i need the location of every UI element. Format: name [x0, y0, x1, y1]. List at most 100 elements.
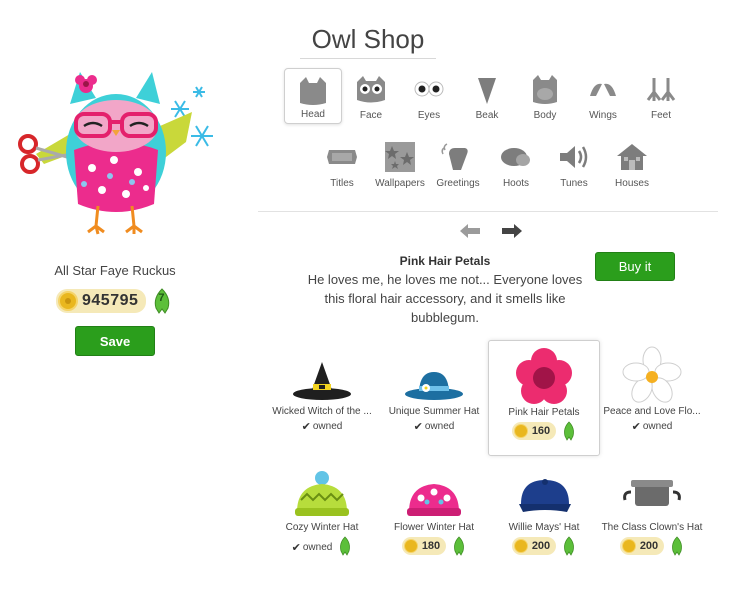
- titles-icon: [327, 150, 357, 164]
- tab-beak[interactable]: Beak: [458, 68, 516, 124]
- buy-button[interactable]: Buy it: [595, 252, 675, 281]
- greetings-icon: [441, 143, 468, 170]
- check-icon: ✔: [291, 542, 301, 554]
- price-badge: 200: [511, 537, 557, 555]
- item-price-row: 160: [489, 421, 599, 441]
- tab-houses[interactable]: Houses: [603, 136, 661, 192]
- coin-icon: [58, 291, 78, 311]
- tab-label: Wallpapers: [375, 178, 425, 189]
- item-card-class-clowns-hat[interactable]: The Class Clown's Hat 200: [596, 466, 708, 582]
- tab-wings[interactable]: Wings: [574, 68, 632, 124]
- tab-label: Eyes: [417, 110, 441, 121]
- witch-hat-icon: [293, 362, 351, 400]
- price-badge: 200: [619, 537, 665, 555]
- price-badge: 180: [401, 537, 447, 555]
- item-name: Cozy Winter Hat: [285, 522, 359, 533]
- feather-icon: [564, 536, 575, 556]
- item-card-willie-mays-hat[interactable]: Willie Mays' Hat 200: [488, 466, 600, 582]
- coin-amount: 945795: [82, 292, 139, 309]
- wallpapers-icon: [385, 142, 415, 172]
- item-pager: [458, 222, 524, 240]
- item-card-peace-love-flower[interactable]: Peace and Love Flo... ✔ owned: [596, 340, 708, 456]
- summer-hat-icon: [405, 372, 463, 400]
- item-price-row: 200: [596, 536, 708, 556]
- tab-label: Body: [533, 110, 557, 121]
- coin-icon: [403, 539, 418, 553]
- tunes-icon: [560, 146, 588, 168]
- tab-face[interactable]: Face: [342, 68, 400, 124]
- selected-item-name: Pink Hair Petals: [399, 254, 491, 268]
- owl-currency: 945795 7: [56, 288, 172, 314]
- owl-name: All Star Faye Ruckus: [54, 263, 176, 278]
- item-price-row: 180: [378, 536, 490, 556]
- item-grid: Wicked Witch of the ... ✔ owned Unique Su…: [266, 340, 726, 580]
- feather-balance: 7: [152, 288, 172, 314]
- tab-label: Beak: [475, 110, 499, 121]
- price-badge: 160: [511, 422, 557, 440]
- coin-balance: 945795: [56, 289, 147, 313]
- coin-icon: [621, 539, 636, 553]
- tab-head[interactable]: Head: [284, 68, 342, 124]
- item-name: Wicked Witch of the ...: [272, 406, 372, 417]
- beak-icon: [478, 78, 496, 104]
- tab-label: Titles: [330, 178, 354, 189]
- check-icon: ✔: [301, 421, 311, 433]
- price-value: 160: [531, 425, 551, 437]
- divider: [258, 211, 718, 212]
- tab-label: Head: [301, 109, 325, 120]
- tab-tunes[interactable]: Tunes: [545, 136, 603, 192]
- tab-label: Hoots: [502, 178, 530, 189]
- feather-icon: [454, 536, 465, 556]
- owned-label: owned: [642, 421, 673, 432]
- winter-hat-icon: [295, 471, 349, 516]
- eyes-icon: [414, 81, 444, 97]
- hoots-icon: [501, 148, 530, 166]
- owl-panel: All Star Faye Ruckus 945795 7 Save: [0, 0, 230, 590]
- pink-petals-icon: [516, 348, 572, 404]
- previous-arrow-icon[interactable]: [458, 222, 482, 240]
- item-name: Willie Mays' Hat: [508, 522, 580, 533]
- check-icon: ✔: [631, 421, 641, 433]
- item-name: Pink Hair Petals: [508, 407, 580, 418]
- item-card-cozy-winter-hat[interactable]: Cozy Winter Hat ✔ owned: [266, 466, 378, 582]
- owned-status: ✔ owned: [414, 420, 455, 433]
- owned-label: owned: [424, 421, 455, 432]
- tab-feet[interactable]: Feet: [632, 68, 690, 124]
- head-icon: [300, 77, 326, 105]
- owl-avatar: [18, 72, 213, 235]
- item-name: Flower Winter Hat: [393, 522, 474, 533]
- body-icon: [533, 75, 557, 104]
- save-button[interactable]: Save: [75, 326, 155, 356]
- item-name: Unique Summer Hat: [388, 406, 480, 417]
- tab-wallpapers[interactable]: Wallpapers: [371, 136, 429, 192]
- item-card-wicked-witch[interactable]: Wicked Witch of the ... ✔ owned: [266, 340, 378, 456]
- owned-status: ✔ owned: [302, 420, 343, 433]
- check-icon: ✔: [413, 421, 423, 433]
- item-price-row: 200: [488, 536, 600, 556]
- selected-item-description: He loves me, he loves me not... Everyone…: [307, 272, 583, 325]
- feather-icon: [672, 536, 683, 556]
- owned-label: owned: [302, 542, 333, 553]
- tab-body[interactable]: Body: [516, 68, 574, 124]
- feet-icon: [646, 78, 676, 101]
- tab-label: Feet: [650, 110, 671, 121]
- price-value: 180: [421, 540, 441, 552]
- item-card-flower-winter-hat[interactable]: Flower Winter Hat 180: [378, 466, 490, 582]
- tab-label: Greetings: [436, 178, 480, 189]
- tab-eyes[interactable]: Eyes: [400, 68, 458, 124]
- owned-status: ✔ owned: [632, 420, 673, 433]
- page-title: Owl Shop: [300, 24, 436, 59]
- tab-titles[interactable]: Titles: [313, 136, 371, 192]
- item-card-pink-hair-petals[interactable]: Pink Hair Petals 160: [488, 340, 600, 456]
- baseball-cap-icon: [519, 479, 571, 512]
- owned-status: ✔ owned: [292, 541, 333, 554]
- tab-label: Wings: [589, 110, 617, 121]
- item-card-unique-summer-hat[interactable]: Unique Summer Hat ✔ owned: [378, 340, 490, 456]
- houses-icon: [617, 144, 647, 170]
- tab-greetings[interactable]: Greetings: [429, 136, 487, 192]
- feather-icon: [564, 421, 575, 441]
- next-arrow-icon[interactable]: [500, 222, 524, 240]
- flower-winter-hat-icon: [407, 484, 461, 516]
- price-value: 200: [639, 540, 659, 552]
- tab-hoots[interactable]: Hoots: [487, 136, 545, 192]
